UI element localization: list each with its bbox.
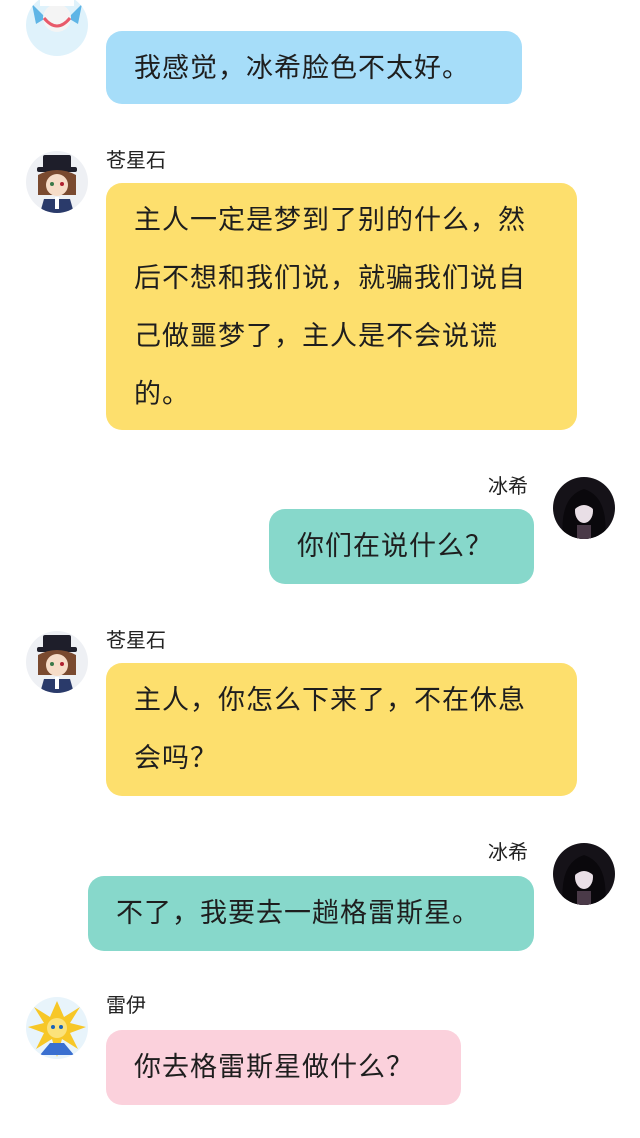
- chat-bubble[interactable]: 我感觉，冰希脸色不太好。: [106, 31, 522, 104]
- avatar-bingxi[interactable]: [553, 477, 615, 539]
- chat-bubble[interactable]: 你们在说什么？: [269, 509, 534, 584]
- sender-name: 雷伊: [106, 993, 146, 1017]
- sender-name: 苍星石: [106, 628, 166, 652]
- sender-name: 冰希: [488, 840, 528, 864]
- blue-character-icon: [26, 0, 88, 56]
- chat-bubble[interactable]: 不了，我要去一趟格雷斯星。: [88, 876, 534, 951]
- yellow-spiky-icon: [26, 997, 88, 1059]
- dark-hair-girl-icon: [553, 843, 615, 905]
- sender-name: 苍星石: [106, 148, 166, 172]
- chat-bubble[interactable]: 主人一定是梦到了别的什么，然后不想和我们说，就骗我们说自己做噩梦了，主人是不会说…: [106, 183, 577, 430]
- chat-bubble[interactable]: 主人，你怎么下来了，不在休息会吗？: [106, 663, 577, 796]
- brown-hair-top-hat-icon: [26, 151, 88, 213]
- sender-name: 冰希: [488, 474, 528, 498]
- chat-bubble[interactable]: 你去格雷斯星做什么？: [106, 1030, 461, 1105]
- dark-hair-girl-icon: [553, 477, 615, 539]
- avatar-blue-character[interactable]: [26, 0, 88, 56]
- avatar-bingxi[interactable]: [553, 843, 615, 905]
- brown-hair-top-hat-icon: [26, 631, 88, 693]
- avatar-souseiseki[interactable]: [26, 631, 88, 693]
- avatar-leiyi[interactable]: [26, 997, 88, 1059]
- avatar-souseiseki[interactable]: [26, 151, 88, 213]
